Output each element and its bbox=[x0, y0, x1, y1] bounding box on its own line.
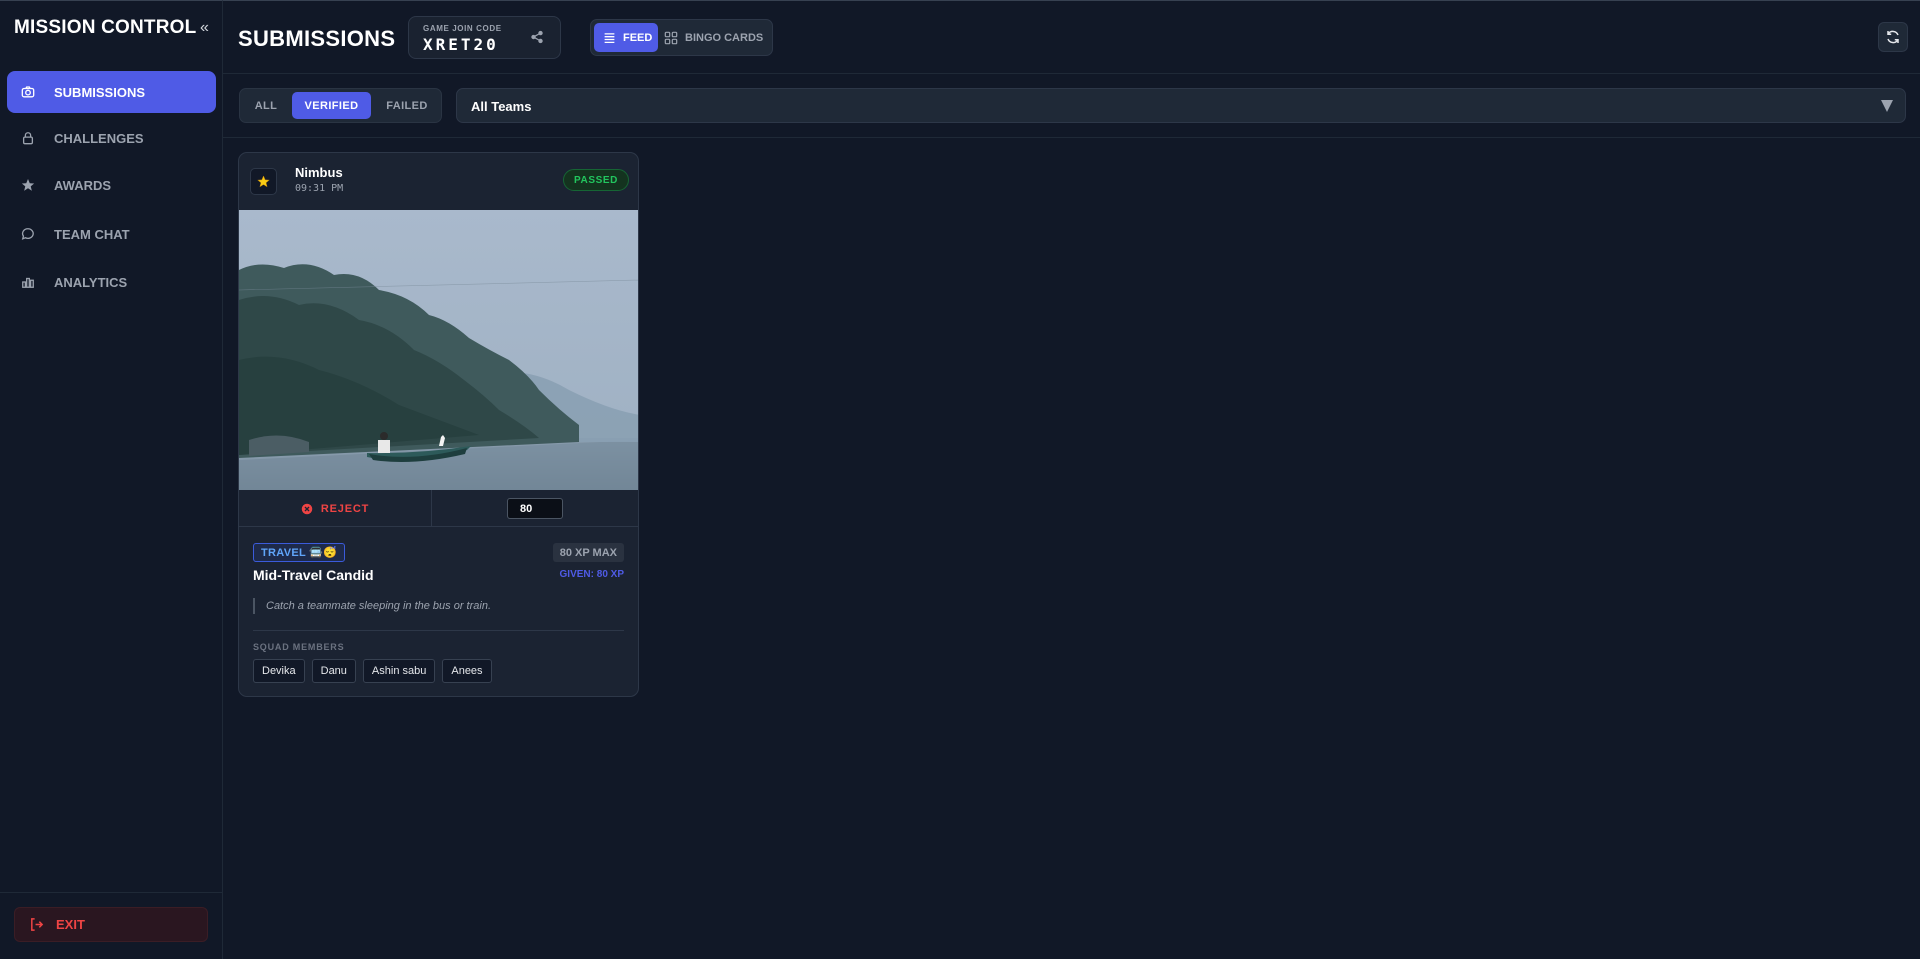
reject-label: REJECT bbox=[320, 502, 370, 515]
list-icon bbox=[604, 33, 615, 44]
status-badge: PASSED bbox=[563, 169, 629, 191]
share-icon[interactable] bbox=[530, 30, 544, 49]
grid-icon bbox=[664, 31, 678, 44]
submission-card: Nimbus 09:31 PM PASSED REJECT 80 TRAVEL … bbox=[238, 152, 639, 697]
logout-icon bbox=[31, 918, 44, 931]
collapse-sidebar-button[interactable]: « bbox=[200, 19, 209, 37]
challenge-description: Catch a teammate sleeping in the bus or … bbox=[253, 598, 491, 614]
sidebar-footer: EXIT bbox=[0, 892, 223, 959]
top-header: SUBMISSIONS GAME JOIN CODE XRET20 FEED B… bbox=[223, 0, 1920, 74]
x-circle-icon bbox=[301, 503, 313, 514]
brand-title: MISSION CONTROL bbox=[14, 17, 197, 38]
exit-button[interactable]: EXIT bbox=[14, 907, 208, 942]
sidebar-item-label: CHALLENGES bbox=[54, 130, 144, 146]
feed-view-button[interactable]: FEED bbox=[594, 23, 658, 52]
join-code-label: GAME JOIN CODE bbox=[423, 24, 502, 33]
team-select-value: All Teams bbox=[471, 99, 532, 114]
submission-photo[interactable] bbox=[239, 210, 638, 490]
squad-members-list: Devika Danu Ashin sabu Anees bbox=[253, 659, 492, 683]
dropdown-arrow-icon bbox=[1881, 100, 1893, 112]
filter-all-tab[interactable]: ALL bbox=[244, 92, 288, 119]
member-chip: Danu bbox=[311, 659, 356, 683]
refresh-button[interactable] bbox=[1878, 22, 1908, 52]
card-body: TRAVEL 🚍😴 80 XP MAX GIVEN: 80 XP Mid-Tra… bbox=[239, 527, 638, 696]
sidebar-item-submissions[interactable]: SUBMISSIONS bbox=[7, 71, 216, 113]
sidebar-item-label: SUBMISSIONS bbox=[54, 84, 146, 100]
bar-chart-icon bbox=[21, 275, 35, 289]
team-name: Nimbus bbox=[295, 165, 343, 180]
squad-members-label: SQUAD MEMBERS bbox=[253, 642, 345, 652]
refresh-icon bbox=[1887, 30, 1899, 44]
star-icon bbox=[21, 178, 35, 192]
sidebar-item-awards[interactable]: AWARDS bbox=[7, 164, 216, 206]
filter-verified-tab[interactable]: VERIFIED bbox=[292, 92, 371, 119]
chat-icon bbox=[21, 227, 35, 241]
bingo-view-button[interactable]: BINGO CARDS bbox=[664, 23, 763, 52]
filter-failed-tab[interactable]: FAILED bbox=[375, 92, 439, 119]
xp-award-input[interactable] bbox=[507, 498, 563, 519]
sidebar-item-label: AWARDS bbox=[54, 177, 112, 193]
lock-icon bbox=[21, 131, 35, 145]
card-actions: REJECT bbox=[239, 490, 638, 527]
reject-button[interactable]: REJECT bbox=[239, 490, 432, 527]
sidebar-item-team-chat[interactable]: TEAM CHAT bbox=[7, 213, 216, 255]
submission-time: 09:31 PM bbox=[295, 183, 344, 194]
join-code-value: XRET20 bbox=[423, 35, 499, 54]
camera-icon bbox=[21, 85, 35, 99]
join-code-box: GAME JOIN CODE XRET20 bbox=[408, 16, 561, 59]
favorite-button[interactable] bbox=[250, 168, 277, 195]
filter-bar: ALL VERIFIED FAILED All Teams bbox=[223, 74, 1920, 138]
feed-view-label: FEED bbox=[623, 31, 653, 44]
card-header: Nimbus 09:31 PM PASSED bbox=[239, 153, 638, 210]
sidebar-item-label: TEAM CHAT bbox=[54, 226, 130, 242]
challenge-title: Mid-Travel Candid bbox=[253, 567, 374, 583]
category-badge: TRAVEL 🚍😴 bbox=[253, 543, 346, 562]
status-filter: ALL VERIFIED FAILED bbox=[239, 88, 442, 123]
member-chip: Ashin sabu bbox=[362, 659, 436, 683]
sidebar: MISSION CONTROL « SUBMISSIONS CHALLENGES… bbox=[0, 0, 223, 959]
member-chip: Devika bbox=[253, 659, 305, 683]
sidebar-item-analytics[interactable]: ANALYTICS bbox=[7, 261, 216, 303]
team-select[interactable]: All Teams bbox=[456, 88, 1906, 123]
exit-label: EXIT bbox=[56, 917, 85, 932]
xp-max-badge: 80 XP MAX bbox=[552, 543, 624, 562]
bingo-view-label: BINGO CARDS bbox=[685, 31, 764, 44]
xp-given-text: GIVEN: 80 XP bbox=[559, 569, 624, 580]
star-icon bbox=[257, 175, 270, 188]
member-chip: Anees bbox=[442, 659, 492, 683]
page-title: SUBMISSIONS bbox=[238, 26, 396, 51]
sidebar-item-label: ANALYTICS bbox=[54, 274, 128, 290]
view-toggle: FEED BINGO CARDS bbox=[590, 19, 773, 56]
divider bbox=[253, 630, 624, 631]
sidebar-item-challenges[interactable]: CHALLENGES bbox=[7, 117, 216, 159]
